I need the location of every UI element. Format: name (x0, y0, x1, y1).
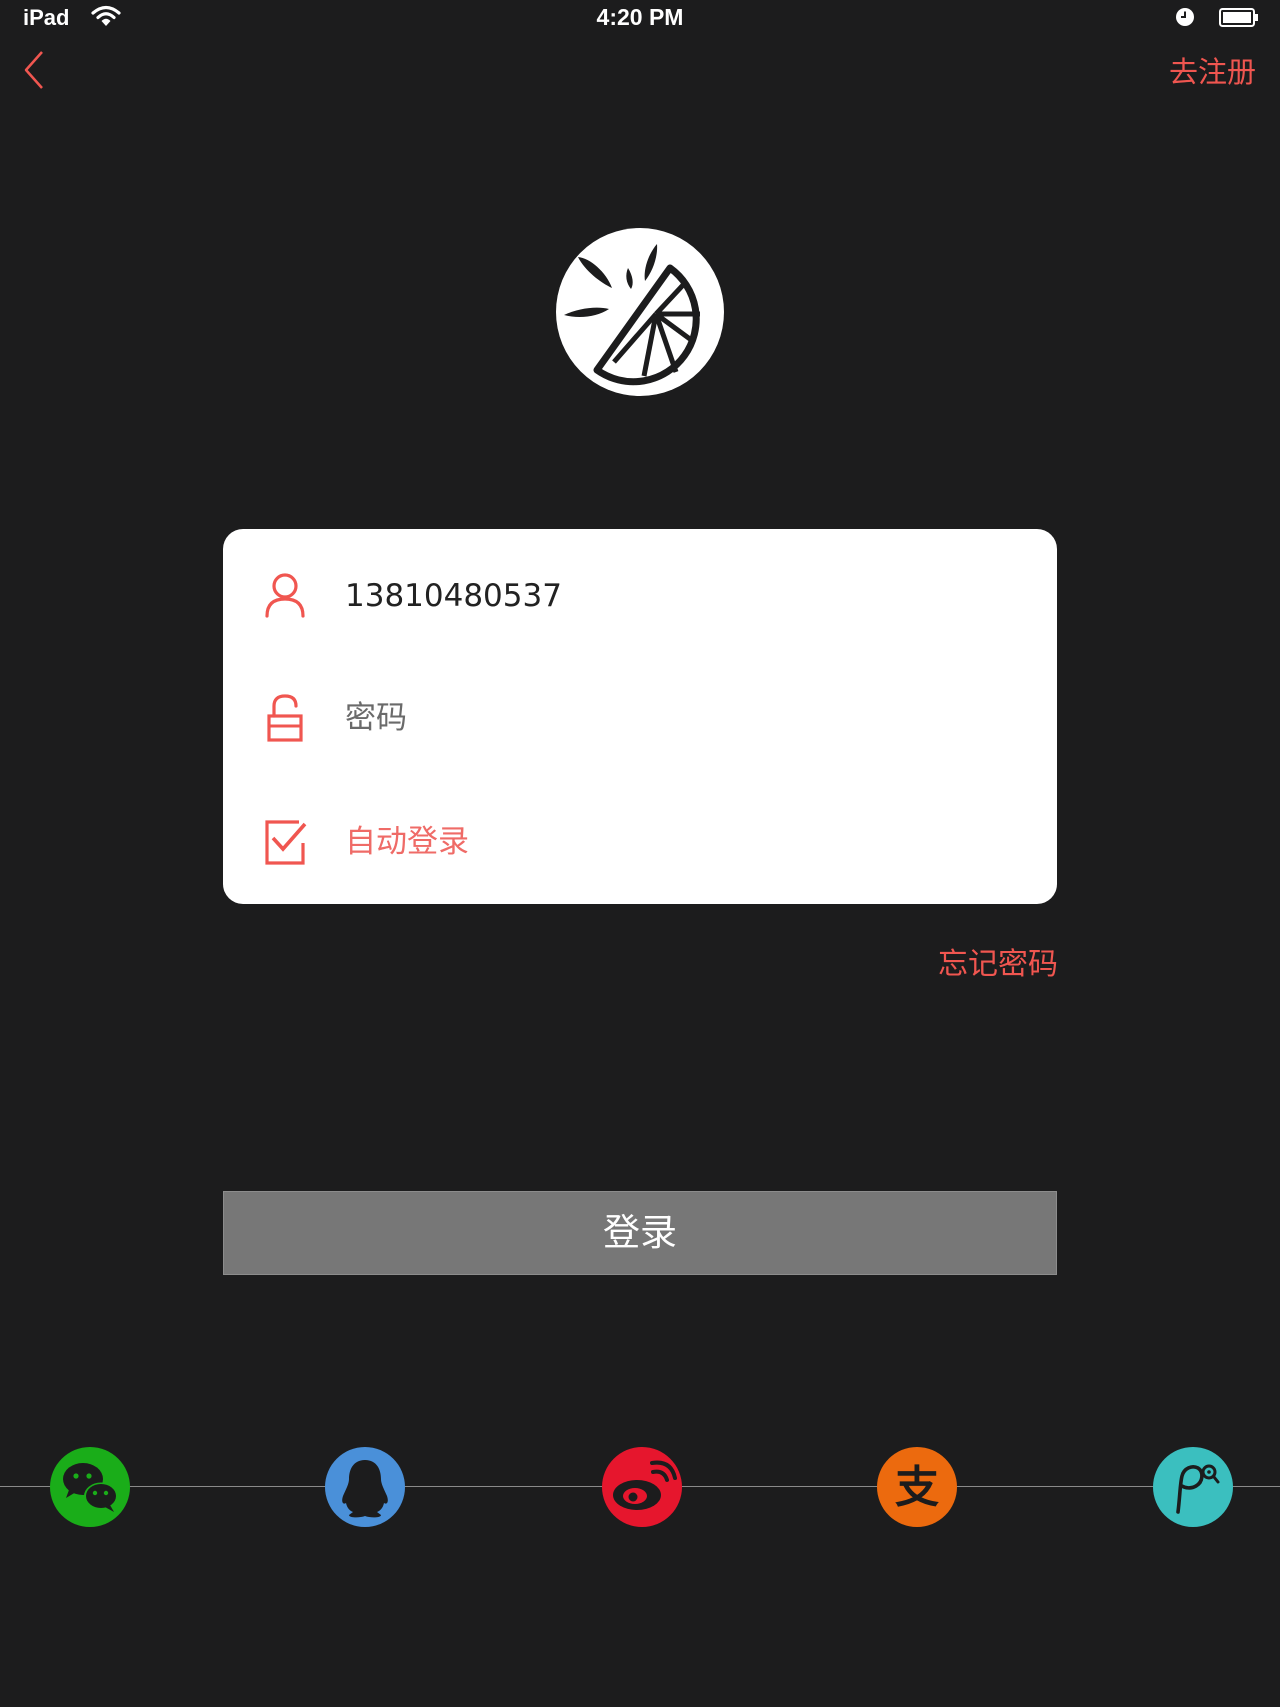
wechat-icon (50, 1447, 130, 1527)
weibo-login-button[interactable] (601, 1446, 683, 1528)
lemon-slice-logo (556, 228, 724, 396)
alipay-icon: 支 (877, 1447, 957, 1527)
login-button[interactable]: 登录 (223, 1191, 1057, 1275)
password-field[interactable]: 密码 (223, 663, 1057, 773)
status-time: 4:20 PM (596, 4, 684, 30)
qq-login-button[interactable] (324, 1446, 406, 1528)
username-value: 13810480537 (345, 578, 562, 614)
auto-login-checkbox[interactable]: 自动登录 (223, 787, 1057, 897)
register-link[interactable]: 去注册 (1169, 52, 1256, 92)
wechat-login-button[interactable] (49, 1446, 131, 1528)
username-field[interactable]: 13810480537 (223, 541, 1057, 651)
auto-login-label: 自动登录 (345, 824, 469, 860)
weibo-icon (602, 1447, 682, 1527)
battery-full-icon (1219, 8, 1258, 27)
checkbox-checked-icon (265, 820, 307, 865)
back-button[interactable] (16, 46, 56, 94)
status-bar: iPad 4:20 PM (0, 0, 1280, 36)
user-icon (265, 573, 305, 618)
unlock-icon (267, 694, 303, 742)
p-app-login-button[interactable] (1152, 1446, 1234, 1528)
login-form-card: 13810480537 密码 自动登录 (223, 529, 1057, 904)
svg-text:支: 支 (895, 1462, 939, 1513)
forgot-password-link[interactable]: 忘记密码 (938, 944, 1058, 986)
clock-icon (1176, 8, 1194, 26)
alipay-login-button[interactable]: 支 (876, 1446, 958, 1528)
password-placeholder: 密码 (345, 700, 407, 736)
p-app-icon (1153, 1447, 1233, 1527)
chevron-left-icon (24, 51, 43, 89)
qq-penguin-icon (325, 1447, 405, 1527)
